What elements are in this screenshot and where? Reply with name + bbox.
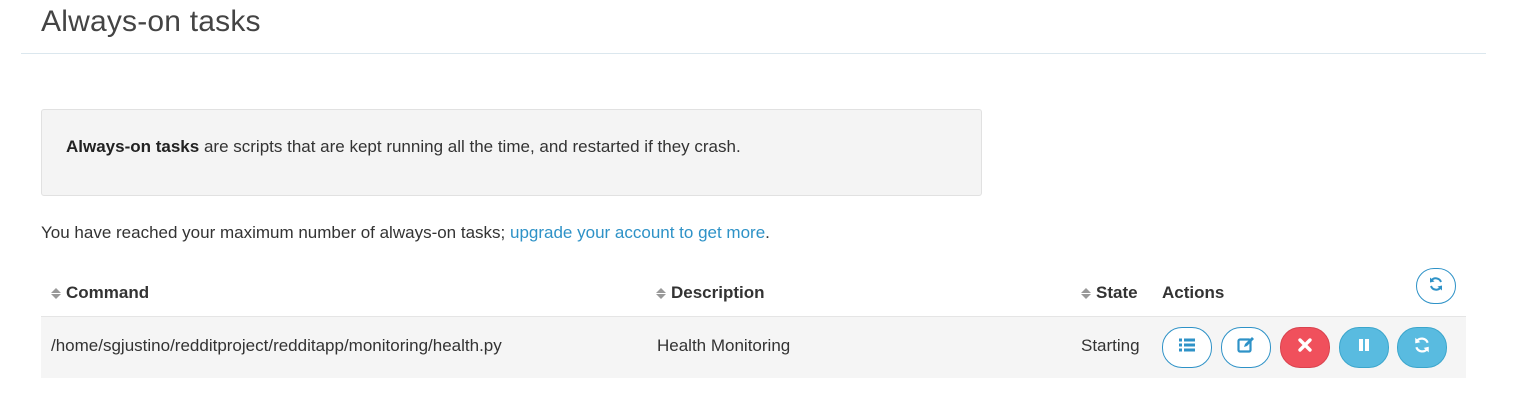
refresh-icon [1428, 276, 1444, 297]
info-bold: Always-on tasks [66, 137, 200, 156]
limit-suffix: . [765, 223, 770, 242]
limit-text: You have reached your maximum number of … [41, 223, 510, 242]
column-header-actions: Actions [1162, 283, 1224, 303]
always-on-tasks-page: Always-on tasks Always-on tasks are scri… [0, 0, 1522, 405]
upgrade-link[interactable]: upgrade your account to get more [510, 223, 765, 242]
info-text: are scripts that are kept running all th… [199, 137, 741, 156]
column-header-command[interactable]: Command [51, 283, 149, 303]
page-title: Always-on tasks [41, 5, 261, 38]
column-header-description[interactable]: Description [656, 283, 765, 303]
task-command: /home/sgjustino/redditproject/redditapp/… [51, 336, 502, 355]
title-divider [21, 53, 1486, 54]
column-header-description-label: Description [671, 283, 765, 302]
column-header-command-label: Command [66, 283, 150, 302]
sort-icon [51, 287, 61, 299]
sort-icon [1081, 287, 1091, 299]
column-header-state[interactable]: State [1081, 283, 1138, 303]
edit-icon [1237, 336, 1255, 359]
task-description: Health Monitoring [657, 336, 791, 355]
pause-task-button[interactable] [1339, 327, 1389, 368]
task-state: Starting [1081, 336, 1140, 355]
refresh-all-button[interactable] [1416, 268, 1456, 304]
refresh-icon [1413, 336, 1431, 359]
column-header-actions-label: Actions [1162, 283, 1225, 302]
view-log-button[interactable] [1162, 327, 1212, 368]
restart-task-button[interactable] [1397, 327, 1447, 368]
list-icon [1178, 337, 1196, 358]
limit-message: You have reached your maximum number of … [41, 223, 770, 243]
column-header-state-label: State [1096, 283, 1138, 302]
close-icon [1297, 337, 1313, 358]
sort-icon [656, 287, 666, 299]
edit-task-button[interactable] [1221, 327, 1271, 368]
info-box: Always-on tasks are scripts that are kep… [41, 109, 982, 196]
delete-task-button[interactable] [1280, 327, 1330, 368]
pause-icon [1357, 338, 1371, 357]
